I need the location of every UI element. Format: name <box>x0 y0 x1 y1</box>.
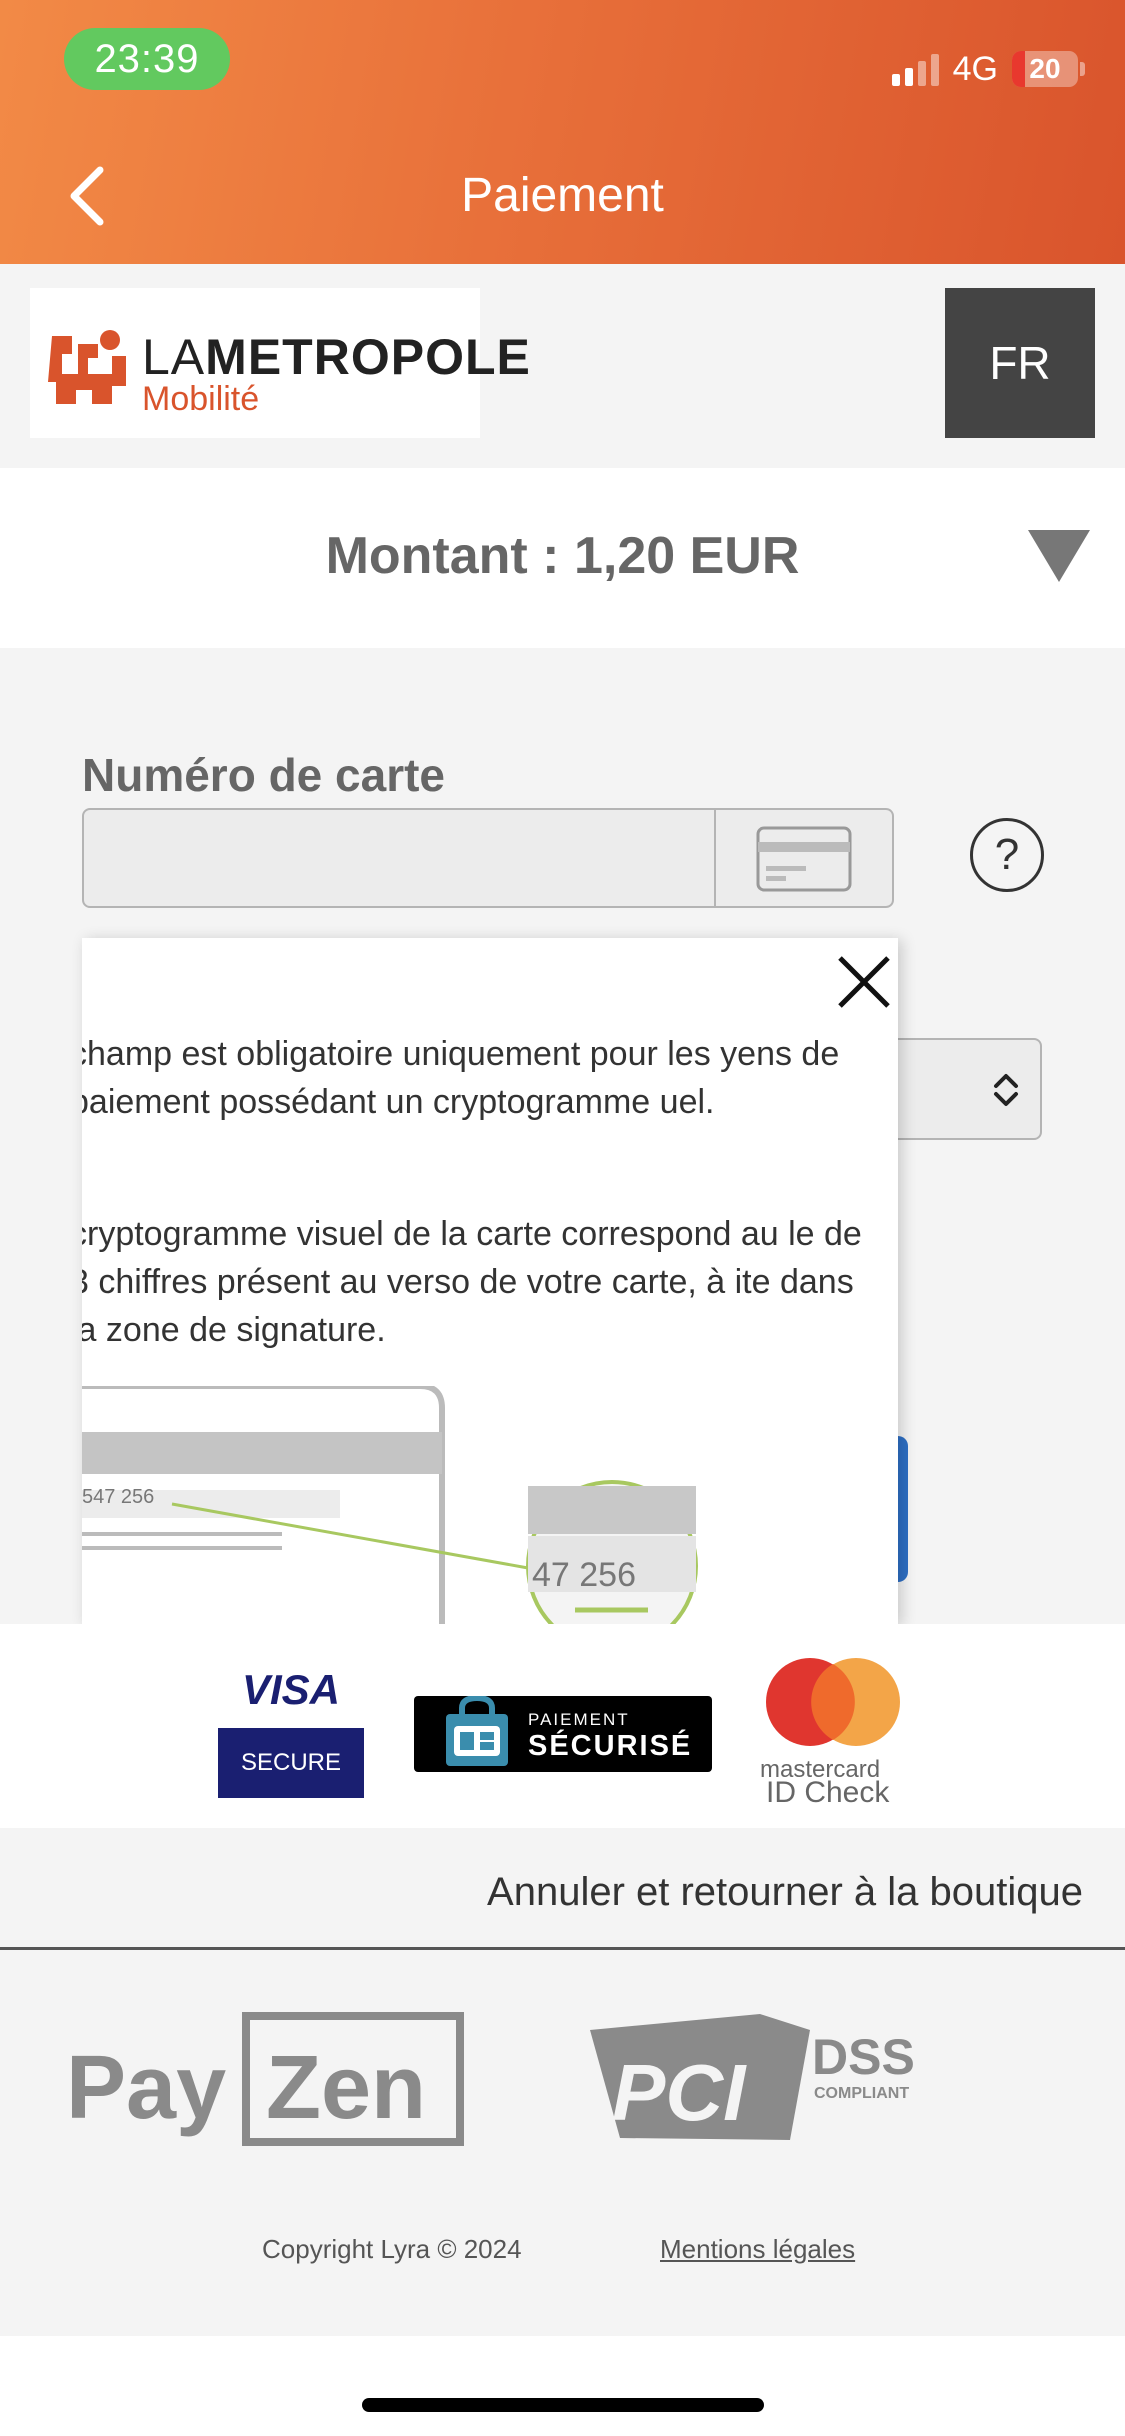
merchant-logo-subtitle: Mobilité <box>142 380 260 418</box>
svg-text:Zen: Zen <box>266 2038 426 2138</box>
payzen-logo: Pay Zen <box>66 2012 464 2146</box>
footer: Pay Zen PCI DSS COMPLIANT Copyright Lyra… <box>0 1950 1125 2336</box>
cvv-help-popup: champ est obligatoire uniquement pour le… <box>82 938 898 1624</box>
expiry-select[interactable] <box>880 1038 1042 1140</box>
metropole-emblem-icon <box>48 330 126 404</box>
network-label: 4G <box>952 49 998 88</box>
section-divider <box>0 648 1125 678</box>
battery-level: 20 <box>1029 53 1061 84</box>
cvv-zoom-number: 47 256 <box>532 1556 636 1594</box>
credit-card-icon <box>756 826 852 892</box>
popup-paragraph-2: cryptogramme visuel de la carte correspo… <box>82 1215 862 1349</box>
triangle-down-icon[interactable] <box>1028 530 1090 582</box>
status-time: 23:39 <box>64 28 230 90</box>
close-icon[interactable] <box>836 954 892 1010</box>
card-number-label: Numéro de carte <box>82 749 446 801</box>
status-indicators: 4G 20 <box>891 44 1085 94</box>
page-title: Paiement <box>461 169 664 222</box>
visa-secure-logo: VISA SECURE <box>218 1666 364 1798</box>
card-back-illustration <box>82 1386 698 1624</box>
svg-text:COMPLIANT: COMPLIANT <box>814 2085 909 2102</box>
svg-text:PCI: PCI <box>612 2048 747 2137</box>
popup-paragraph-1: champ est obligatoire uniquement pour le… <box>82 1035 840 1121</box>
pci-dss-logo: PCI DSS COMPLIANT <box>590 2014 915 2140</box>
select-updown-icon <box>994 1074 1018 1106</box>
cb-secure-logo: PAIEMENT SÉCURISÉ <box>414 1696 712 1772</box>
cb-lock-icon <box>446 1696 508 1766</box>
signal-icon <box>891 52 939 86</box>
amount-bar[interactable]: Montant : 1,20 EUR <box>0 468 1125 648</box>
cancel-bar: Annuler et retourner à la boutique <box>0 1828 1125 1950</box>
app-header: 23:39 4G 20 Paiement <box>0 0 1125 264</box>
cancel-return-link[interactable]: Annuler et retourner à la boutique <box>487 1870 1083 1915</box>
merchant-logo-title: LAMETROPOLE <box>142 329 531 385</box>
home-indicator[interactable] <box>362 2398 764 2412</box>
security-logos: VISA SECURE PAIEMENT SÉCURISÉ mastercard… <box>0 1624 1125 1828</box>
battery-icon: 20 <box>1012 51 1078 87</box>
card-number-input[interactable] <box>82 808 894 908</box>
mastercard-idcheck-logo: mastercard ID Check <box>760 1654 910 1814</box>
card-number-sample: 547 256 <box>82 1486 155 1508</box>
svg-text:Pay: Pay <box>66 2038 226 2138</box>
svg-text:DSS: DSS <box>812 2029 915 2085</box>
merchant-bar: LAMETROPOLE Mobilité FR <box>0 264 1125 468</box>
language-button[interactable]: FR <box>945 288 1095 438</box>
copyright-text: Copyright Lyra © 2024 <box>262 2234 522 2264</box>
amount-text: Montant : 1,20 EUR <box>325 527 800 585</box>
mastercard-circles-icon <box>766 1658 900 1746</box>
legal-mentions-link[interactable]: Mentions légales <box>660 2234 855 2265</box>
merchant-logo: LAMETROPOLE Mobilité <box>30 288 530 438</box>
help-button[interactable]: ? <box>970 818 1044 892</box>
